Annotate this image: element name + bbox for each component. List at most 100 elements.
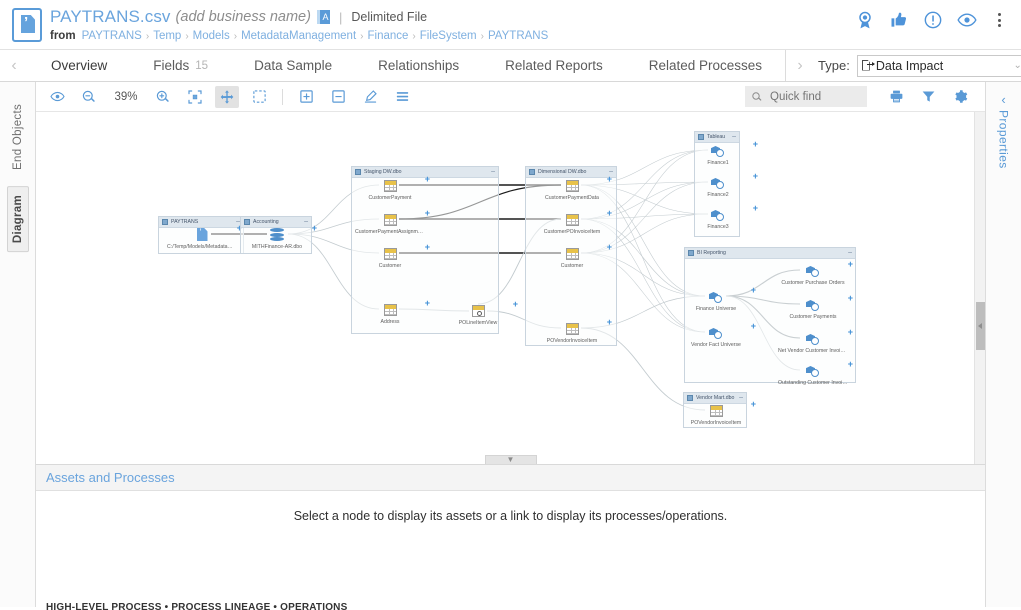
expand-plus-icon[interactable]: + bbox=[607, 243, 612, 252]
more-options-icon[interactable] bbox=[991, 13, 1007, 27]
diagram-node[interactable]: + Net Vendor Customer Invoices bbox=[778, 328, 853, 355]
diagram-node[interactable]: + Address bbox=[355, 299, 430, 326]
database-icon bbox=[270, 228, 284, 241]
tab-data-sample[interactable]: Data Sample bbox=[231, 50, 355, 81]
expand-plus-icon[interactable]: + bbox=[753, 172, 758, 181]
diagram-node[interactable]: + Outstanding Customer Invoice... bbox=[778, 360, 853, 387]
diagram-node[interactable]: + Finance3 bbox=[683, 204, 758, 231]
show-hide-eye-icon[interactable] bbox=[45, 86, 69, 108]
minimize-icon[interactable]: – bbox=[304, 218, 308, 225]
expand-plus-icon[interactable]: + bbox=[751, 286, 756, 295]
tab-relationships[interactable]: Relationships bbox=[355, 50, 482, 81]
dimensional-dw-group[interactable]: Dimensional DW.dbo – + CustomerPaymentData +… bbox=[525, 166, 617, 346]
vendor-mart-group[interactable]: Vendor Mart.dbo – + POVendorInvoiceItem bbox=[683, 392, 756, 428]
diagram-node[interactable]: + CustomerPaymentData bbox=[537, 175, 612, 202]
expand-plus-icon[interactable]: + bbox=[848, 360, 853, 369]
diagram-node[interactable]: +C:/Temp/Models/MetadataMan... bbox=[167, 224, 242, 251]
highlighter-icon[interactable] bbox=[358, 86, 382, 108]
endorse-thumbs-up-icon[interactable] bbox=[889, 10, 909, 30]
zoom-in-icon[interactable] bbox=[151, 86, 175, 108]
expand-plus-icon[interactable]: + bbox=[848, 328, 853, 337]
tab-related-reports[interactable]: Related Reports bbox=[482, 50, 626, 81]
expand-plus-icon[interactable]: + bbox=[425, 299, 430, 308]
tableau-group[interactable]: Tableau – + Finance1 + Finance2 + Finance3 bbox=[694, 131, 758, 237]
tab-fields[interactable]: Fields 15 bbox=[130, 50, 231, 81]
print-icon[interactable] bbox=[884, 86, 908, 108]
legend-list-icon[interactable] bbox=[390, 86, 414, 108]
quick-find-input[interactable] bbox=[768, 89, 854, 104]
sidebar-item-diagram[interactable]: Diagram bbox=[6, 185, 29, 253]
warning-icon[interactable] bbox=[923, 10, 943, 30]
breadcrumb-item-6[interactable]: PAYTRANS bbox=[488, 30, 548, 42]
breadcrumb-item-3[interactable]: MetadataManagement bbox=[241, 30, 356, 42]
expand-plus-icon[interactable]: + bbox=[425, 209, 430, 218]
add-business-name-link[interactable]: (add business name) bbox=[176, 9, 311, 25]
bi-reporting-group[interactable]: BI Reporting – + Finance Universe + Vendor Fa… bbox=[681, 247, 856, 386]
properties-panel-label[interactable]: Properties bbox=[997, 110, 1011, 169]
chevron-left-icon[interactable]: ‹ bbox=[1001, 92, 1005, 107]
canvas-vertical-scrollbar[interactable] bbox=[974, 112, 985, 464]
certify-icon[interactable] bbox=[855, 10, 875, 30]
expand-plus-icon[interactable]: + bbox=[425, 243, 430, 252]
diagram-node[interactable]: + Customer bbox=[537, 243, 612, 270]
sidebar-item-end-objects[interactable]: End Objects bbox=[8, 96, 28, 178]
marquee-select-icon[interactable] bbox=[247, 86, 271, 108]
properties-rail[interactable]: ‹ Properties bbox=[985, 82, 1021, 607]
expand-plus-icon[interactable]: + bbox=[753, 140, 758, 149]
diagram-node[interactable]: + Finance2 bbox=[683, 172, 758, 199]
expand-plus-icon[interactable]: + bbox=[848, 294, 853, 303]
breadcrumb-item-0[interactable]: PAYTRANS bbox=[82, 30, 142, 42]
diagram-node[interactable]: + Customer bbox=[355, 243, 430, 270]
diagram-node[interactable]: + POVendorInvoiceItem bbox=[537, 318, 612, 345]
minimize-icon[interactable]: – bbox=[732, 133, 736, 140]
diagram-node[interactable]: + Customer Payments bbox=[778, 294, 854, 321]
diagram-node[interactable]: + Finance1 bbox=[683, 140, 758, 167]
expand-plus-icon[interactable]: + bbox=[312, 224, 317, 233]
gear-icon[interactable] bbox=[948, 86, 972, 108]
accounting-group[interactable]: Accounting – + MITHFinance-AR.dbo bbox=[240, 216, 317, 254]
breadcrumb-item-5[interactable]: FileSystem bbox=[420, 30, 477, 42]
paytrans-source-group[interactable]: PAYTRANS–+C:/Temp/Models/MetadataMan... bbox=[158, 216, 244, 254]
minimize-icon[interactable]: – bbox=[848, 249, 852, 256]
diagram-node[interactable]: + Customer Purchase Orders bbox=[778, 260, 853, 287]
diagram-node[interactable]: + POVendorInvoiceItem bbox=[681, 400, 756, 427]
po-line-item-view-node[interactable]: + POLineItemView bbox=[443, 300, 518, 327]
diagram-canvas[interactable]: Staging DW.dbo – + CustomerPayment + Customer… bbox=[36, 112, 985, 465]
zoom-out-icon[interactable] bbox=[77, 86, 101, 108]
pan-tool-icon[interactable] bbox=[215, 85, 239, 108]
diagram-node[interactable]: + CustomerPOInvoiceItem bbox=[537, 209, 612, 236]
expand-plus-icon[interactable]: + bbox=[607, 209, 612, 218]
tab-overview[interactable]: Overview bbox=[28, 50, 130, 81]
diagram-node[interactable]: + Vendor Fact Universe bbox=[681, 322, 756, 349]
expand-plus-icon[interactable]: + bbox=[607, 175, 612, 184]
expand-all-icon[interactable] bbox=[294, 86, 318, 108]
expand-plus-icon[interactable]: + bbox=[848, 260, 853, 269]
diagram-type-select[interactable]: Data Impact ⌄ bbox=[856, 54, 1021, 77]
expand-plus-icon[interactable]: + bbox=[751, 322, 756, 331]
diagram-node[interactable]: + Finance Universe bbox=[681, 286, 756, 313]
expand-plus-icon[interactable]: + bbox=[751, 400, 756, 409]
quick-find-box[interactable] bbox=[745, 86, 867, 107]
expand-plus-icon[interactable]: + bbox=[607, 318, 612, 327]
tabs-scroll-right-button[interactable]: › bbox=[786, 57, 814, 75]
minimize-icon[interactable]: – bbox=[739, 394, 743, 401]
watch-eye-icon[interactable] bbox=[957, 10, 977, 30]
minimize-icon[interactable]: – bbox=[491, 168, 495, 175]
diagram-content: Staging DW.dbo – + CustomerPayment + Customer… bbox=[36, 112, 985, 464]
expand-plus-icon[interactable]: + bbox=[753, 204, 758, 213]
fit-to-window-icon[interactable] bbox=[183, 86, 207, 108]
diagram-node[interactable]: + MITHFinance-AR.dbo bbox=[242, 224, 317, 251]
collapse-all-icon[interactable] bbox=[326, 86, 350, 108]
breadcrumb-item-4[interactable]: Finance bbox=[368, 30, 409, 42]
panel-splitter-handle[interactable]: ▼ bbox=[484, 455, 537, 464]
expand-plus-icon[interactable]: + bbox=[513, 300, 518, 309]
breadcrumb-item-2[interactable]: Models bbox=[193, 30, 230, 42]
breadcrumb-item-1[interactable]: Temp bbox=[153, 30, 181, 42]
tab-related-processes[interactable]: Related Processes bbox=[626, 50, 785, 81]
diagram-node[interactable]: + CustomerPayment bbox=[355, 175, 430, 202]
tabs-scroll-left-button[interactable]: ‹ bbox=[0, 50, 28, 81]
diagram-node[interactable]: + CustomerPaymentAssignment bbox=[355, 209, 430, 236]
expand-plus-icon[interactable]: + bbox=[425, 175, 430, 184]
filter-icon[interactable] bbox=[916, 86, 940, 108]
scrollbar-thumb[interactable] bbox=[976, 302, 985, 350]
